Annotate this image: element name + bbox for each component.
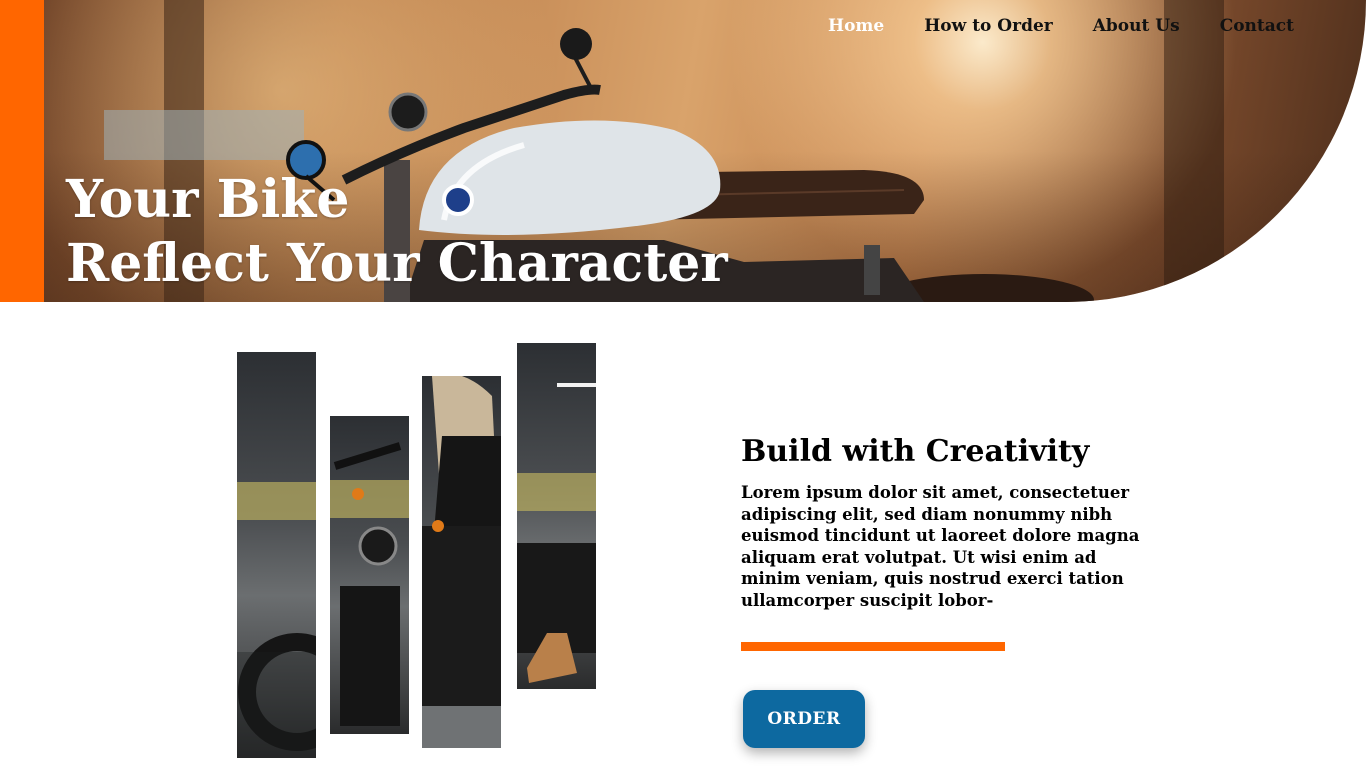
- hero-title-line1: Your Bike: [66, 169, 350, 230]
- accent-bar: [0, 0, 44, 302]
- nav-home[interactable]: Home: [828, 14, 884, 38]
- section-divider: [741, 642, 1005, 651]
- gallery-strip-4: [517, 343, 596, 689]
- gallery-strip-2: [330, 416, 409, 734]
- nav-how-to-order[interactable]: How to Order: [924, 14, 1053, 38]
- hero-banner: Home How to Order About Us Contact Your …: [44, 0, 1366, 302]
- hero-title-line2: Reflect Your Character: [66, 233, 728, 294]
- gallery-strip-1: [237, 352, 316, 758]
- main-nav: Home How to Order About Us Contact: [828, 14, 1294, 38]
- nav-contact[interactable]: Contact: [1220, 14, 1294, 38]
- gallery-strip-3: [422, 376, 501, 748]
- section-body-text: Lorem ipsum dolor sit amet, consectetuer…: [741, 483, 1140, 610]
- section-title: Build with Creativity: [741, 434, 1090, 469]
- hero-title: Your Bike Reflect Your Character: [66, 168, 728, 296]
- order-button[interactable]: ORDER: [743, 690, 865, 748]
- nav-about-us[interactable]: About Us: [1093, 14, 1180, 38]
